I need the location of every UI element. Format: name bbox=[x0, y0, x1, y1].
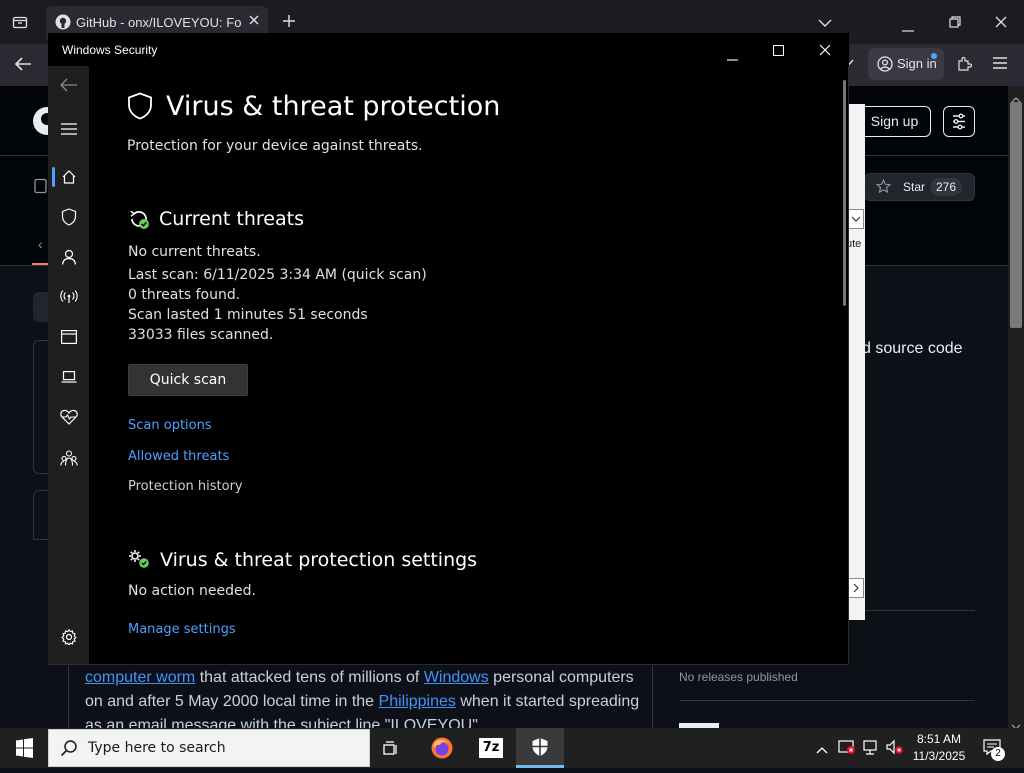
family-options-icon[interactable] bbox=[58, 447, 80, 469]
menu-icon[interactable] bbox=[58, 118, 80, 140]
readme-border bbox=[68, 666, 69, 728]
app-menu-icon[interactable] bbox=[993, 57, 1007, 73]
gh-box-fragment-2 bbox=[33, 490, 48, 540]
window-minimize-icon[interactable] bbox=[727, 48, 738, 64]
tray-security-icon[interactable] bbox=[838, 739, 856, 760]
start-button[interactable] bbox=[0, 728, 48, 768]
settings-gear-icon[interactable] bbox=[58, 626, 80, 648]
scan-options-link[interactable]: Scan options bbox=[128, 418, 212, 433]
browser-minimize-icon[interactable] bbox=[902, 20, 914, 36]
packages-heading-fragment bbox=[679, 720, 729, 728]
protection-settings-icon bbox=[128, 549, 150, 574]
clock-time[interactable]: 8:51 AM bbox=[914, 732, 964, 746]
page-title: Virus & threat protection bbox=[166, 91, 501, 122]
settings-status: No action needed. bbox=[128, 583, 256, 599]
dropdown-fragment bbox=[848, 209, 864, 229]
allowed-threats-link[interactable]: Allowed threats bbox=[128, 449, 229, 464]
task-view-button[interactable] bbox=[368, 728, 416, 768]
threats-found: 0 threats found. bbox=[128, 287, 241, 303]
gh-button-fragment bbox=[33, 292, 48, 322]
home-icon[interactable] bbox=[58, 166, 80, 188]
back-arrow-icon[interactable] bbox=[14, 56, 32, 76]
tab-overview-icon[interactable] bbox=[12, 14, 28, 34]
current-threats-title: Current threats bbox=[159, 208, 304, 230]
account-icon bbox=[877, 56, 893, 77]
quick-scan-button[interactable]: Quick scan bbox=[128, 364, 248, 396]
window-maximize-icon[interactable] bbox=[772, 43, 785, 59]
manage-settings-link[interactable]: Manage settings bbox=[128, 622, 236, 637]
last-scan-info: Last scan: 6/11/2025 3:34 AM (quick scan… bbox=[128, 267, 427, 283]
list-tabs-chevron-icon[interactable] bbox=[818, 16, 832, 32]
device-health-icon[interactable] bbox=[58, 406, 80, 428]
shield-icon[interactable] bbox=[58, 206, 80, 228]
protection-history-link[interactable]: Protection history bbox=[128, 479, 243, 494]
selected-indicator bbox=[52, 167, 55, 187]
about-text: d source code bbox=[862, 340, 963, 357]
readme-paragraph: computer worm that attacked tens of mill… bbox=[85, 666, 645, 728]
notification-count-badge: 2 bbox=[991, 747, 1005, 761]
notification-dot bbox=[931, 53, 937, 59]
tab-underline bbox=[32, 263, 48, 265]
extensions-icon[interactable] bbox=[956, 56, 973, 76]
files-scanned: 33033 files scanned. bbox=[128, 327, 274, 343]
page-subtitle: Protection for your device against threa… bbox=[127, 138, 423, 154]
windows-security-taskbar-button[interactable] bbox=[516, 728, 564, 768]
window-title: Windows Security bbox=[62, 43, 158, 57]
search-placeholder: Type here to search bbox=[88, 740, 226, 756]
chevron-left-icon[interactable]: ‹ bbox=[38, 236, 43, 252]
tray-chevron-up-icon[interactable] bbox=[816, 741, 828, 759]
7zip-taskbar-button[interactable]: 7z bbox=[467, 728, 515, 768]
navigation-sidebar bbox=[48, 66, 89, 664]
gh-box-fragment bbox=[33, 340, 48, 474]
tray-volume-muted-icon[interactable] bbox=[886, 739, 904, 760]
threat-status: No current threats. bbox=[128, 244, 261, 260]
firefox-taskbar-button[interactable] bbox=[418, 728, 466, 768]
background-window-fragment bbox=[848, 104, 865, 620]
readme-border bbox=[652, 666, 653, 728]
star-count: 276 bbox=[930, 178, 963, 196]
browser-restore-icon[interactable] bbox=[949, 16, 961, 32]
expand-fragment bbox=[848, 578, 864, 598]
sign-in-label: Sign in bbox=[897, 56, 937, 71]
tray-network-icon[interactable] bbox=[862, 740, 880, 761]
sidebar-divider bbox=[680, 700, 975, 701]
device-security-icon[interactable] bbox=[58, 366, 80, 388]
shield-icon bbox=[127, 92, 153, 125]
tab-title: GitHub - onx/ILOVEYOU: Forma bbox=[76, 15, 242, 30]
readme-link-computer-worm[interactable]: computer worm bbox=[85, 669, 195, 686]
repo-icon bbox=[33, 178, 49, 199]
github-favicon-icon bbox=[55, 14, 71, 35]
windows-logo-icon bbox=[16, 738, 33, 758]
firewall-network-icon[interactable] bbox=[58, 286, 80, 308]
app-browser-control-icon[interactable] bbox=[58, 326, 80, 348]
threat-scan-history-icon bbox=[128, 208, 150, 235]
new-tab-icon[interactable] bbox=[282, 14, 296, 32]
clock-date[interactable]: 11/3/2025 bbox=[910, 749, 968, 763]
releases-text: No releases published bbox=[679, 670, 798, 684]
tab-close-icon[interactable] bbox=[248, 14, 260, 30]
content-scrollbar[interactable] bbox=[843, 80, 846, 306]
window-close-icon[interactable] bbox=[819, 43, 831, 59]
7zip-icon: 7z bbox=[479, 738, 503, 758]
search-icon bbox=[60, 739, 78, 762]
star-icon bbox=[875, 178, 892, 199]
star-label: Star bbox=[903, 180, 926, 194]
readme-text: that attacked tens of millions of bbox=[195, 669, 424, 686]
windows-security-icon bbox=[532, 737, 548, 756]
sliders-icon bbox=[953, 113, 965, 130]
protection-settings-title: Virus & threat protection settings bbox=[160, 549, 478, 571]
readme-link-windows[interactable]: Windows bbox=[424, 669, 489, 686]
task-view-icon bbox=[383, 741, 397, 755]
page-scrollbar-thumb[interactable] bbox=[1010, 102, 1022, 328]
github-settings-button[interactable] bbox=[943, 106, 975, 137]
browser-close-icon[interactable] bbox=[995, 16, 1007, 32]
back-icon[interactable] bbox=[58, 74, 80, 96]
scan-duration: Scan lasted 1 minutes 51 seconds bbox=[128, 307, 368, 323]
readme-link-philippines[interactable]: Philippines bbox=[379, 693, 456, 710]
firefox-icon bbox=[431, 737, 453, 759]
account-protection-icon[interactable] bbox=[58, 246, 80, 268]
sign-up-button[interactable]: Sign up bbox=[858, 106, 931, 137]
